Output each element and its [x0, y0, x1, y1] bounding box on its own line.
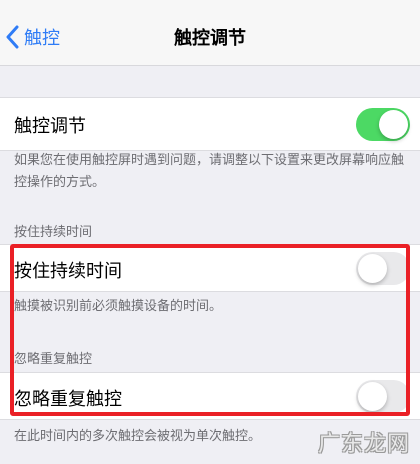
ignore-repeat-toggle[interactable]	[356, 380, 410, 413]
watermark: 广东龙网	[317, 432, 410, 457]
hold-duration-section-header: 按住持续时间	[14, 225, 93, 240]
hold-duration-footer: 触摸被识别前必须触摸设备的时间。	[14, 299, 223, 314]
touch-accommodations-footer: 如果您在使用触控屏时遇到问题，请调整以下设置来更改屏幕响应触控操作的方式。	[14, 153, 405, 190]
ignore-repeat-footer: 在此时间内的多次触控会被视为单次触控。	[14, 429, 262, 444]
toggle-knob	[358, 254, 387, 283]
hold-duration-cell[interactable]: 按住持续时间	[0, 244, 420, 292]
touch-accommodations-cell[interactable]: 触控调节	[0, 97, 420, 151]
touch-accommodations-label: 触控调节	[14, 116, 86, 137]
ignore-repeat-label: 忽略重复触控	[14, 389, 122, 410]
touch-accommodations-toggle[interactable]	[356, 108, 410, 141]
page-title: 触控调节	[174, 28, 246, 49]
ignore-repeat-cell[interactable]: 忽略重复触控	[0, 372, 420, 420]
toggle-knob	[358, 382, 387, 411]
hold-duration-label: 按住持续时间	[14, 261, 122, 282]
toggle-knob	[379, 110, 408, 139]
navigation-bar: 触控 触控调节	[0, 0, 420, 66]
ignore-repeat-section-header: 忽略重复触控	[14, 352, 93, 367]
hold-duration-toggle[interactable]	[356, 252, 410, 285]
